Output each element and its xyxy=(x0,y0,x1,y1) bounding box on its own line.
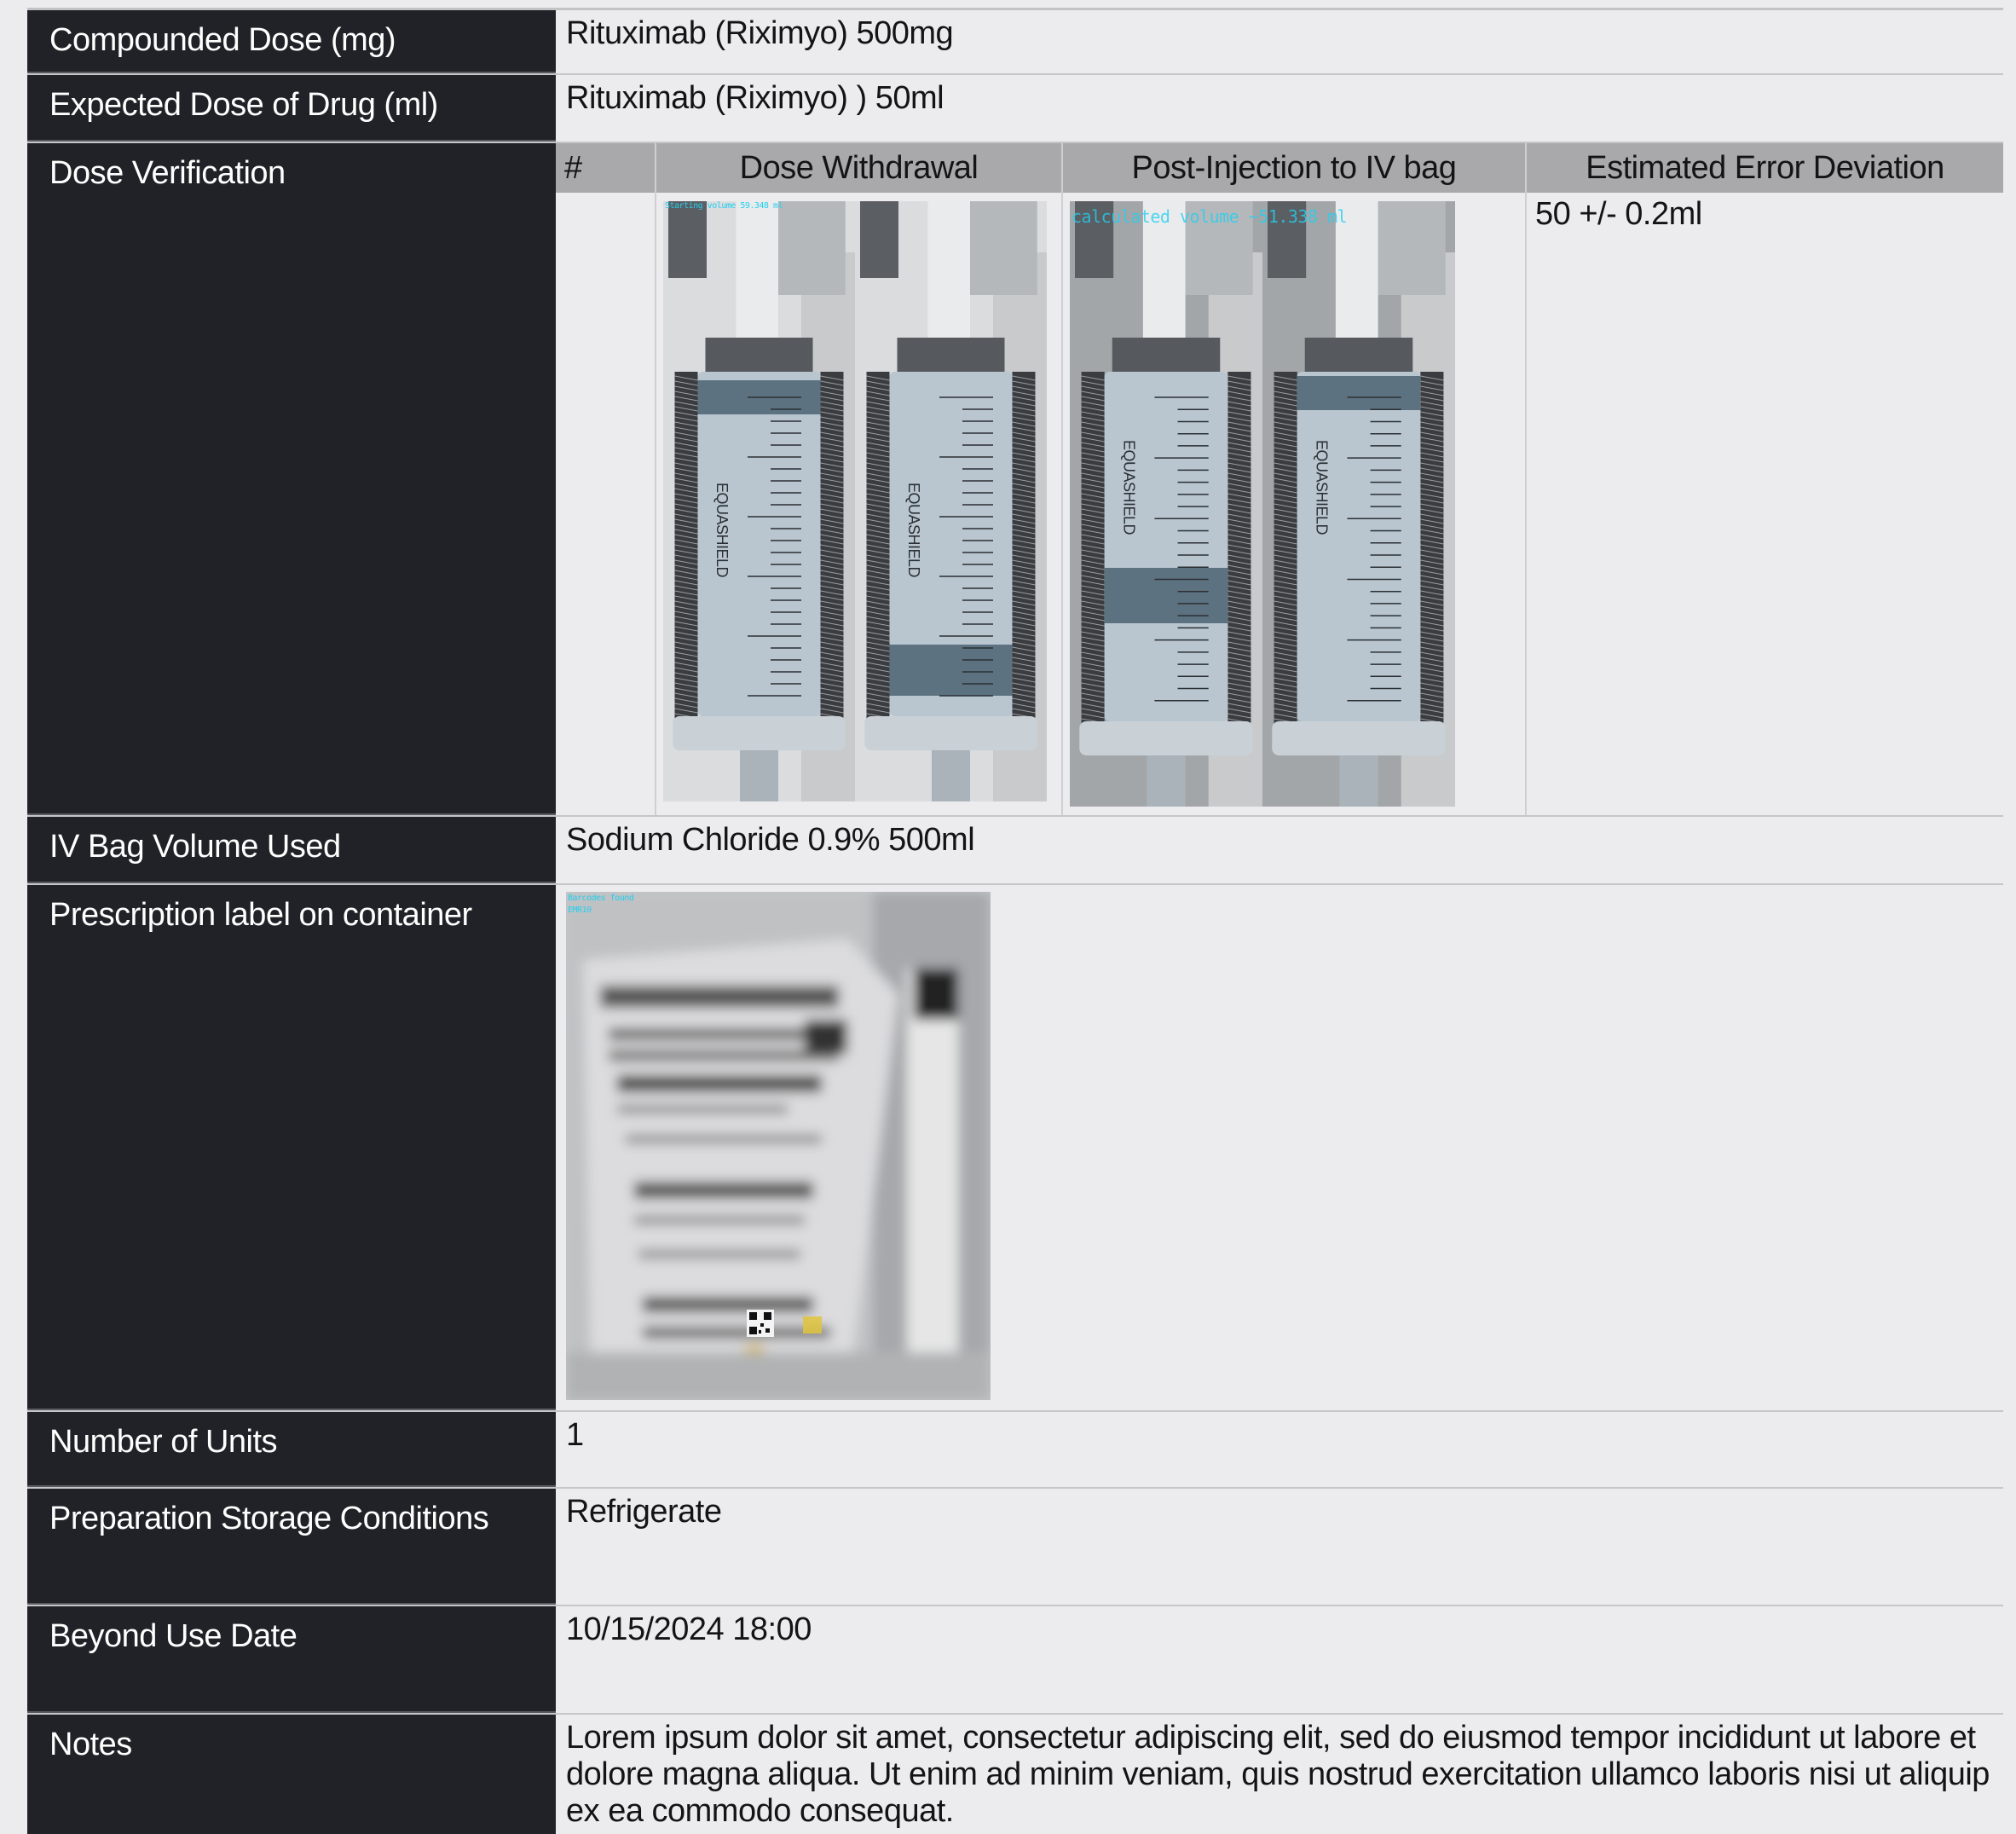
row-storage-conditions: Preparation Storage Conditions Refrigera… xyxy=(27,1489,2003,1606)
dose-table-row: EQUASHIELD EQUASHIELD Starting volume 59.… xyxy=(556,193,2003,815)
row-beyond-use-date: Beyond Use Date 10/15/2024 18:00 xyxy=(27,1606,2003,1715)
row-label: Dose Verification xyxy=(27,143,556,815)
compounded-dose-value: Rituximab (Riximyo) 500mg xyxy=(566,15,954,51)
row-prescription-label: Prescription label on container Barcodes… xyxy=(27,885,2003,1412)
row-label: Compounded Dose (mg) xyxy=(27,10,556,73)
prescription-label-photo[interactable]: Barcodes found EMR10 xyxy=(566,892,991,1400)
qr-code-icon xyxy=(747,1310,774,1337)
post-injection-syringes-image: EQUASHIELD EQUASHIELD xyxy=(1070,201,1455,807)
withdrawal-syringe-photo[interactable]: EQUASHIELD EQUASHIELD Starting volume 59.… xyxy=(663,201,1047,801)
withdrawal-syringes-image: EQUASHIELD EQUASHIELD xyxy=(663,201,1047,801)
barcode-overlay-line1: Barcodes found xyxy=(568,894,634,903)
row-label: Prescription label on container xyxy=(27,885,556,1410)
dose-record-table: Compounded Dose (mg) Rituximab (Riximyo)… xyxy=(27,8,2003,1834)
post-injection-syringe-photo[interactable]: EQUASHIELD EQUASHIELD calculated volume ~… xyxy=(1070,201,1455,807)
prescription-label-image xyxy=(566,892,991,1400)
svg-text:EQUASHIELD: EQUASHIELD xyxy=(1120,440,1137,535)
dose-verification-table: # Dose Withdrawal Post-Injection to IV b… xyxy=(556,143,2003,815)
row-label: Beyond Use Date xyxy=(27,1606,556,1713)
prescription-label-cell: Barcodes found EMR10 xyxy=(556,885,2003,1410)
syringe-icon: EQUASHIELD xyxy=(855,201,1047,801)
row-number-of-units: Number of Units 1 xyxy=(27,1412,2003,1489)
row-dose-verification: Dose Verification # Dose Withdrawal Post… xyxy=(27,143,2003,817)
row-label: Notes xyxy=(27,1715,556,1834)
error-deviation-value: 50 +/- 0.2ml xyxy=(1535,196,1702,232)
storage-conditions-value: Refrigerate xyxy=(566,1494,722,1530)
row-label: Preparation Storage Conditions xyxy=(27,1489,556,1605)
svg-text:EQUASHIELD: EQUASHIELD xyxy=(905,483,922,578)
notes-value: Lorem ipsum dolor sit amet, consectetur … xyxy=(566,1720,1990,1829)
header-number: # xyxy=(556,143,656,193)
row-expected-dose: Expected Dose of Drug (ml) Rituximab (Ri… xyxy=(27,75,2003,143)
post-injection-overlay-text: calculated volume ~51.338 ml xyxy=(1072,206,1348,227)
header-error-deviation: Estimated Error Deviation xyxy=(1586,149,1944,186)
row-label: Expected Dose of Drug (ml) xyxy=(27,75,556,142)
dose-verification-cell: # Dose Withdrawal Post-Injection to IV b… xyxy=(556,143,2003,815)
iv-bag-volume-value: Sodium Chloride 0.9% 500ml xyxy=(566,822,975,858)
post-injection-photo-cell: EQUASHIELD EQUASHIELD calculated volume ~… xyxy=(1063,193,1527,815)
syringe-icon: EQUASHIELD xyxy=(663,201,855,801)
svg-text:EQUASHIELD: EQUASHIELD xyxy=(713,483,731,578)
syringe-icon: EQUASHIELD xyxy=(1070,201,1262,807)
beyond-use-date-value: 10/15/2024 18:00 xyxy=(566,1611,812,1647)
row-label: Number of Units xyxy=(27,1412,556,1487)
dose-row-number xyxy=(556,193,656,815)
withdrawal-overlay-text: Starting volume 59.348 ml xyxy=(665,201,783,211)
header-dose-withdrawal: Dose Withdrawal xyxy=(656,143,1063,193)
number-of-units-value: 1 xyxy=(566,1417,584,1453)
row-iv-bag-volume: IV Bag Volume Used Sodium Chloride 0.9% … xyxy=(27,817,2003,885)
barcode-overlay-line2: EMR10 xyxy=(568,905,592,915)
syringe-icon: EQUASHIELD xyxy=(1262,201,1455,807)
row-compounded-dose: Compounded Dose (mg) Rituximab (Riximyo)… xyxy=(27,10,2003,75)
expected-dose-value: Rituximab (Riximyo) ) 50ml xyxy=(566,80,944,116)
svg-text:EQUASHIELD: EQUASHIELD xyxy=(1313,440,1330,535)
withdrawal-photo-cell: EQUASHIELD EQUASHIELD Starting volume 59.… xyxy=(656,193,1063,815)
row-label: IV Bag Volume Used xyxy=(27,817,556,883)
dose-table-header: # Dose Withdrawal Post-Injection to IV b… xyxy=(556,143,2003,193)
row-notes: Notes Lorem ipsum dolor sit amet, consec… xyxy=(27,1715,2003,1834)
header-post-injection: Post-Injection to IV bag xyxy=(1063,143,1527,193)
